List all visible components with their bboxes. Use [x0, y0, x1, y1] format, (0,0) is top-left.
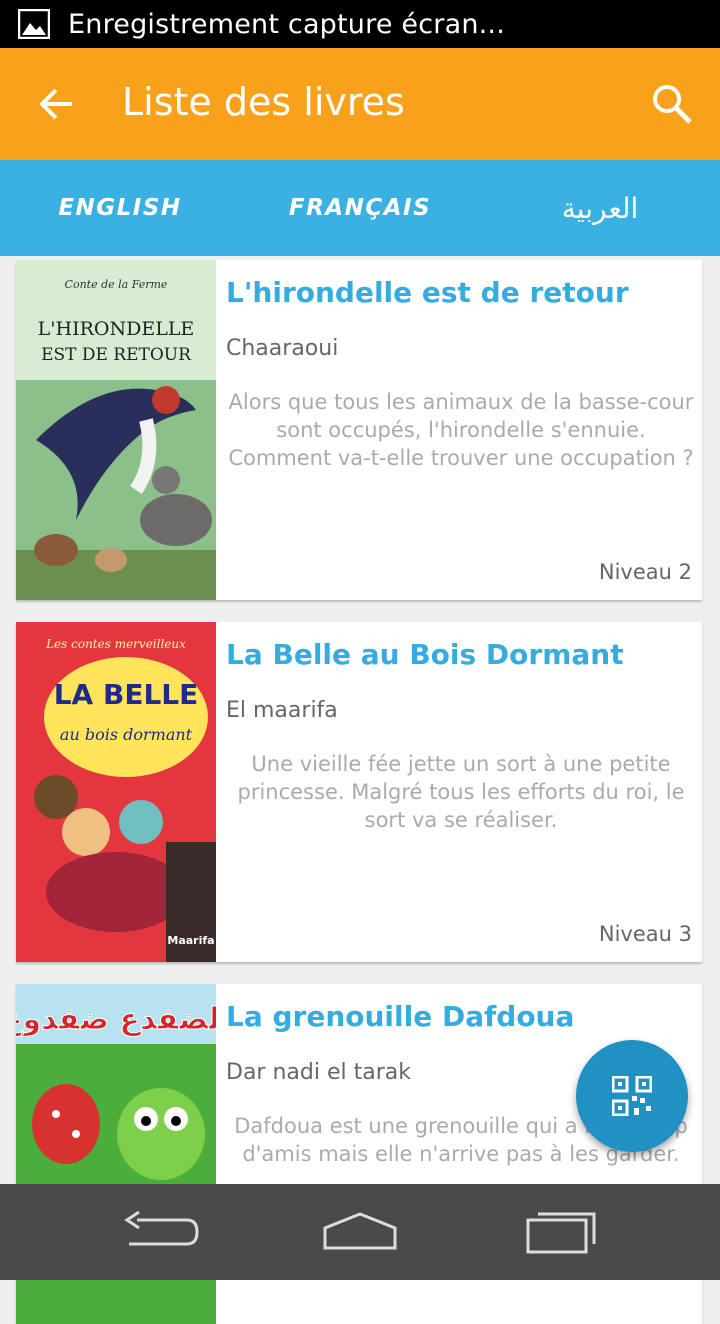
- cover-series: Les contes merveilleux: [45, 637, 186, 651]
- book-card[interactable]: Les contes merveilleux LA BELLE au bois …: [16, 622, 702, 962]
- cover-title-line1: L'HIRONDELLE: [38, 318, 195, 340]
- book-title[interactable]: La grenouille Dafdoua: [226, 1000, 574, 1033]
- book-title[interactable]: L'hirondelle est de retour: [226, 276, 629, 309]
- page-title: Liste des livres: [122, 80, 405, 124]
- home-icon[interactable]: [315, 1206, 405, 1258]
- language-tabs: ENGLISH FRANÇAIS العربية: [0, 160, 720, 256]
- search-icon[interactable]: [650, 82, 694, 126]
- book-level: Niveau 3: [598, 922, 692, 946]
- book-cover: Conte de la Ferme L'HIRONDELLE EST DE RE…: [16, 260, 216, 600]
- recents-icon[interactable]: [518, 1206, 608, 1258]
- tab-english[interactable]: ENGLISH: [0, 160, 240, 256]
- back-icon[interactable]: [115, 1206, 205, 1258]
- cover-publisher: Maarifa: [167, 934, 214, 947]
- arrow-left-icon[interactable]: [34, 82, 78, 126]
- status-notification-text: Enregistrement capture écran...: [68, 8, 505, 40]
- book-title[interactable]: La Belle au Bois Dormant: [226, 638, 624, 671]
- cover-title-line2: EST DE RETOUR: [41, 345, 192, 365]
- tab-francais[interactable]: FRANÇAIS: [240, 160, 480, 256]
- image-icon: [18, 9, 50, 39]
- book-description: Alors que tous les animaux de la basse-c…: [228, 390, 694, 470]
- status-bar: Enregistrement capture écran...: [0, 0, 720, 48]
- system-nav-bar: [0, 1184, 720, 1280]
- qr-scan-button[interactable]: [576, 1040, 688, 1152]
- cover-title-line1: LA BELLE: [54, 678, 199, 711]
- cover-title-line2: au bois dormant: [60, 725, 193, 744]
- app-bar: Liste des livres: [0, 48, 720, 160]
- book-cover: Les contes merveilleux LA BELLE au bois …: [16, 622, 216, 962]
- qr-code-icon: [612, 1076, 652, 1116]
- book-author: El maarifa: [226, 698, 338, 723]
- cover-series: Conte de la Ferme: [65, 278, 168, 291]
- book-card[interactable]: Conte de la Ferme L'HIRONDELLE EST DE RE…: [16, 260, 702, 600]
- tab-arabic[interactable]: العربية: [480, 160, 720, 256]
- cover-title-line1: الضفدع ضفدوع: [16, 1002, 216, 1037]
- book-level: Niveau 2: [598, 560, 692, 584]
- book-author: Chaaraoui: [226, 336, 339, 361]
- book-author: Dar nadi el tarak: [226, 1060, 411, 1085]
- book-description: Une vieille fée jette un sort à une peti…: [237, 752, 685, 832]
